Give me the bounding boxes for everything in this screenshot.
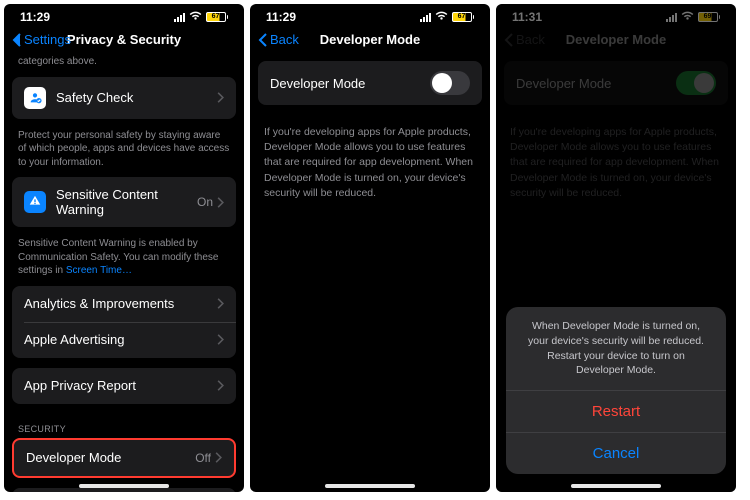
row-developer-mode[interactable]: Developer Mode Off [14,440,234,476]
page-title: Privacy & Security [67,32,181,47]
note-text: Sensitive Content Warning is enabled by … [4,237,244,286]
status-time: 11:29 [266,10,296,24]
row-value: On [197,195,213,209]
row-safety-check[interactable]: Safety Check [12,77,236,119]
chevron-right-icon [217,380,224,391]
battery-icon: 67 [206,12,229,22]
note-text: Protect your personal safety by staying … [4,129,244,178]
home-indicator[interactable] [325,484,415,488]
status-bar: 11:29 67 [4,4,244,26]
cancel-button[interactable]: Cancel [506,432,726,474]
row-value: Off [195,451,211,465]
sheet-message: When Developer Mode is turned on, your d… [506,307,726,391]
status-bar: 11:29 67 [250,4,490,26]
row-app-privacy-report[interactable]: App Privacy Report [12,368,236,404]
row-label: Developer Mode [270,76,430,91]
nav-bar: Back Developer Mode [250,26,490,55]
phone-developer-mode-off: 11:29 67 Back Developer Mode Developer M… [250,4,490,492]
screen-time-link[interactable]: Screen Time… [66,265,132,276]
action-sheet: When Developer Mode is turned on, your d… [506,307,726,474]
home-indicator[interactable] [571,484,661,488]
home-indicator[interactable] [79,484,169,488]
battery-icon: 67 [452,12,475,22]
cellular-icon [420,13,431,22]
row-apple-advertising[interactable]: Apple Advertising [12,322,236,358]
page-title: Developer Mode [320,32,420,47]
chevron-right-icon [215,452,222,463]
row-developer-mode-toggle: Developer Mode [258,61,482,105]
row-label: Apple Advertising [24,332,217,347]
row-label: Analytics & Improvements [24,296,217,311]
back-button[interactable]: Settings [12,32,71,47]
wifi-icon [189,11,202,24]
restart-button[interactable]: Restart [506,391,726,432]
chevron-right-icon [217,334,224,345]
developer-mode-toggle[interactable] [430,71,470,95]
chevron-right-icon [217,92,224,103]
wifi-icon [435,11,448,24]
chevron-right-icon [217,298,224,309]
row-analytics[interactable]: Analytics & Improvements [12,286,236,322]
chevron-right-icon [217,197,224,208]
phone-settings-privacy: 11:29 67 Settings Privacy & Security cat… [4,4,244,492]
note-text: categories above. [4,55,244,77]
sensitive-content-icon [24,191,46,213]
status-time: 11:29 [20,10,50,24]
phone-developer-mode-confirm: 11:31 69 Back Developer Mode Developer M… [496,4,736,492]
row-label: App Privacy Report [24,378,217,393]
back-button[interactable]: Back [258,32,299,47]
row-sensitive-content[interactable]: Sensitive Content Warning On [12,177,236,227]
row-label: Safety Check [56,90,217,105]
section-header-security: Security [4,414,244,438]
description-text: If you're developing apps for Apple prod… [250,115,490,211]
cellular-icon [174,13,185,22]
row-label: Sensitive Content Warning [56,187,197,217]
row-lockdown-mode[interactable]: Lockdown Mode Off [12,488,236,493]
nav-bar: Settings Privacy & Security [4,26,244,55]
row-label: Developer Mode [26,450,195,465]
safety-check-icon [24,87,46,109]
